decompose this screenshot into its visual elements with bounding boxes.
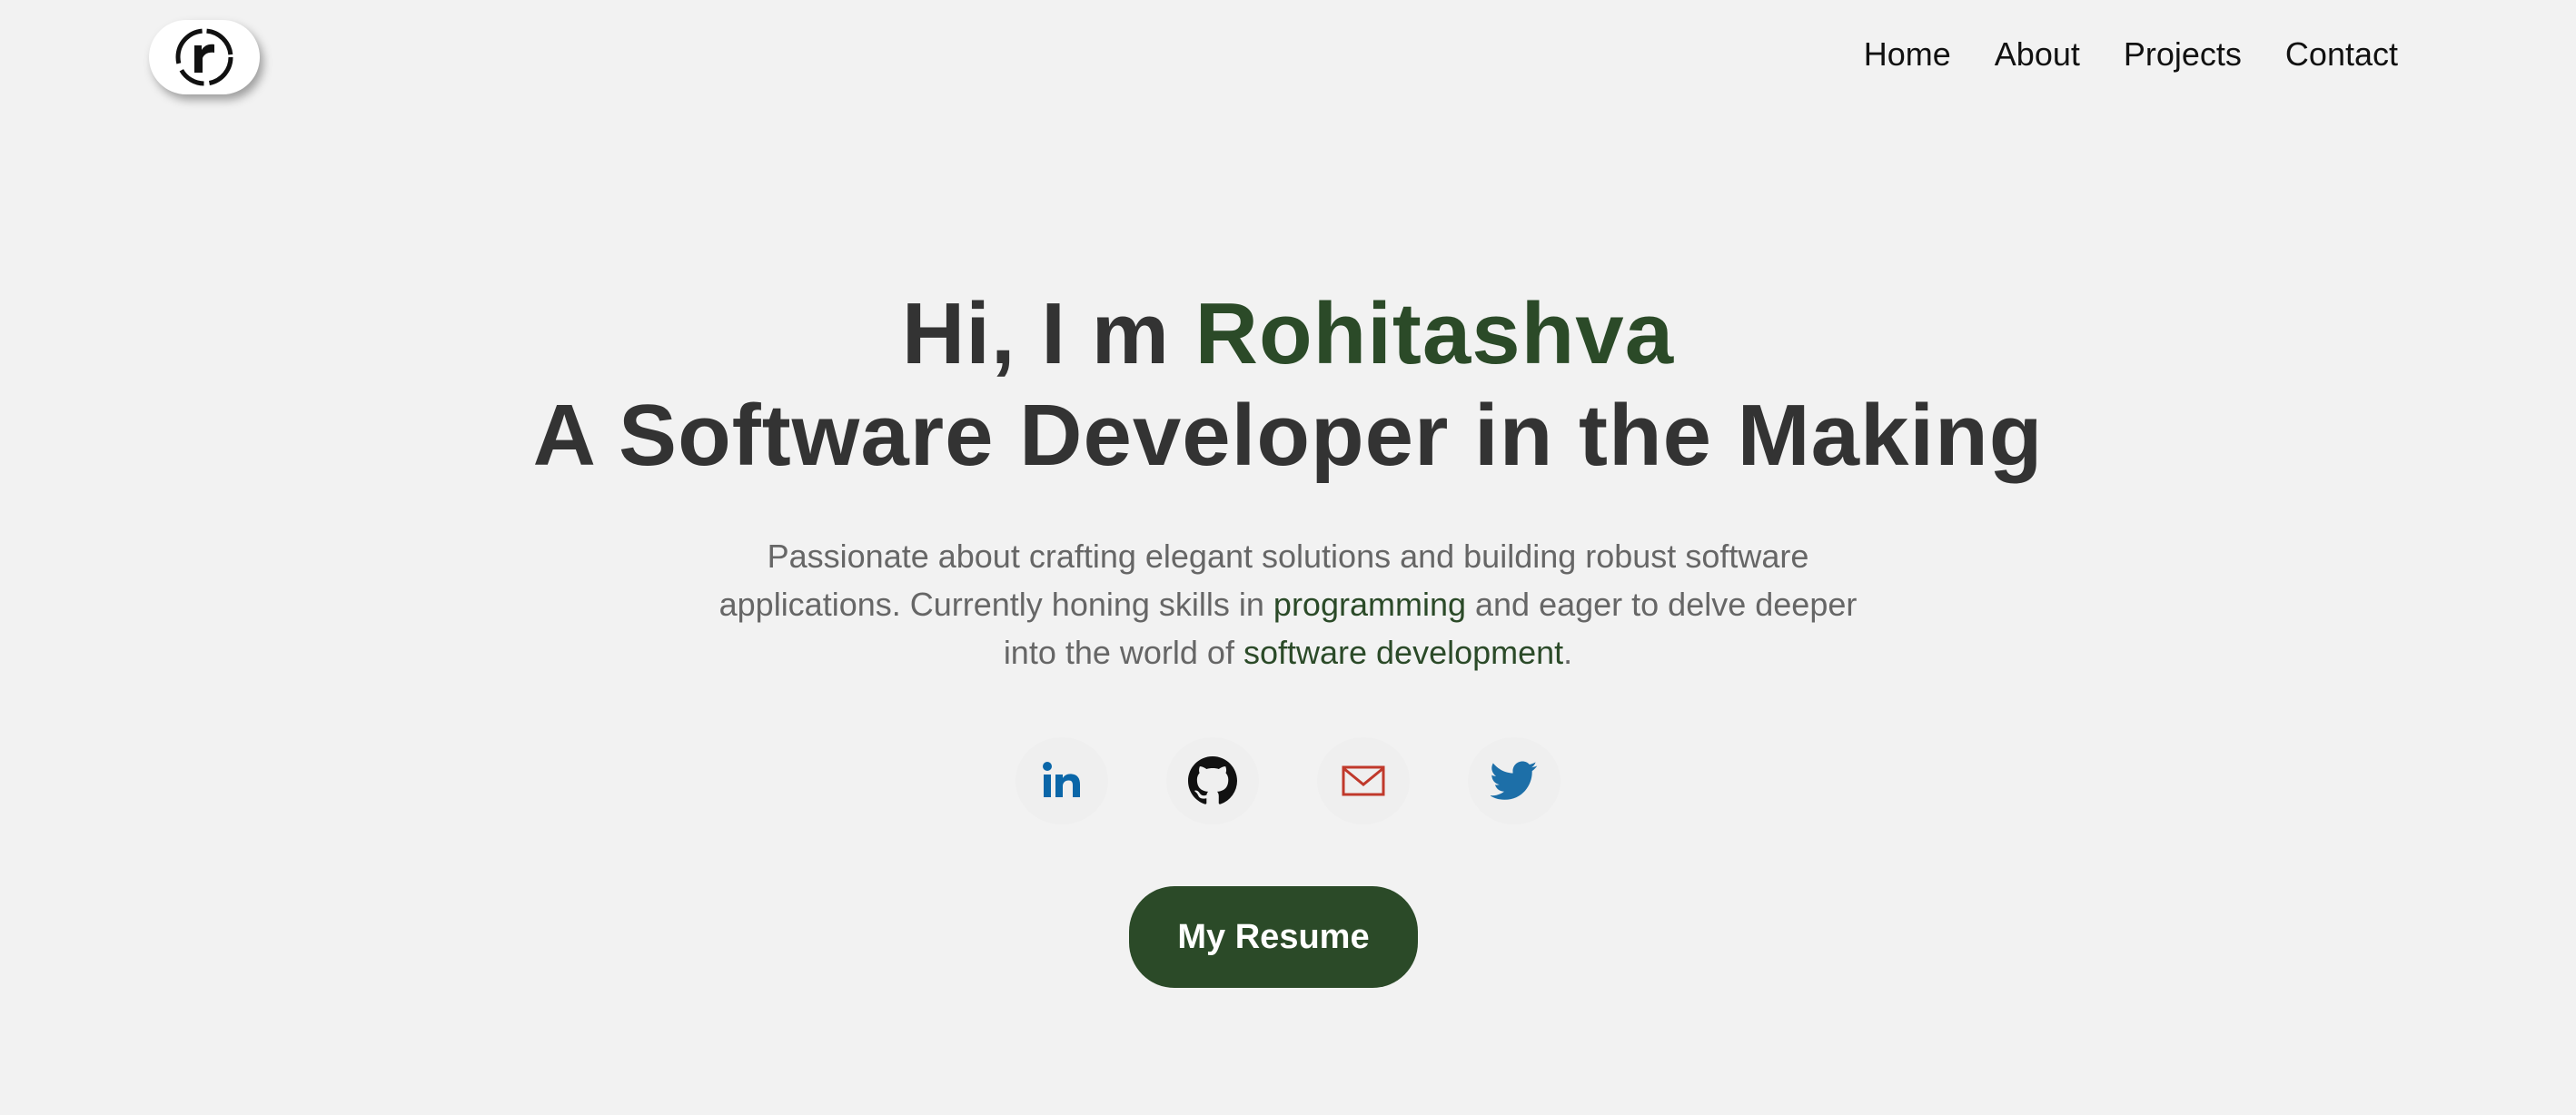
mail-icon <box>1342 765 1385 796</box>
hero-name: Rohitashva <box>1194 285 1675 382</box>
page: Home About Projects Contact Hi, I m Rohi… <box>0 0 2576 1115</box>
github-icon <box>1188 756 1237 804</box>
hero-section: Hi, I m Rohitashva A Software Developer … <box>0 283 2576 676</box>
r-logo-icon <box>175 28 233 86</box>
social-links <box>0 737 2576 824</box>
logo-button[interactable] <box>149 20 260 94</box>
hero-tagline: Passionate about crafting elegant soluti… <box>698 532 1878 676</box>
main-nav: Home About Projects Contact <box>1864 33 2398 76</box>
nav-about[interactable]: About <box>1995 35 2080 74</box>
nav-contact[interactable]: Contact <box>2285 35 2398 74</box>
twitter-link[interactable] <box>1468 737 1560 824</box>
email-link[interactable] <box>1317 737 1410 824</box>
twitter-icon <box>1491 761 1538 800</box>
greeting-prefix: Hi, I m <box>901 285 1195 382</box>
github-link[interactable] <box>1166 737 1259 824</box>
linkedin-link[interactable] <box>1016 737 1108 824</box>
nav-home[interactable]: Home <box>1864 35 1951 74</box>
linkedin-icon <box>1043 762 1080 797</box>
tagline-part3: . <box>1563 634 1573 671</box>
hero-headline: Hi, I m Rohitashva A Software Developer … <box>0 283 2576 487</box>
resume-button[interactable]: My Resume <box>1129 886 1418 988</box>
nav-projects[interactable]: Projects <box>2124 35 2242 74</box>
tagline-highlight-software-development: software development <box>1243 634 1564 671</box>
hero-title: A Software Developer in the Making <box>532 387 2044 484</box>
tagline-highlight-programming: programming <box>1273 586 1467 623</box>
